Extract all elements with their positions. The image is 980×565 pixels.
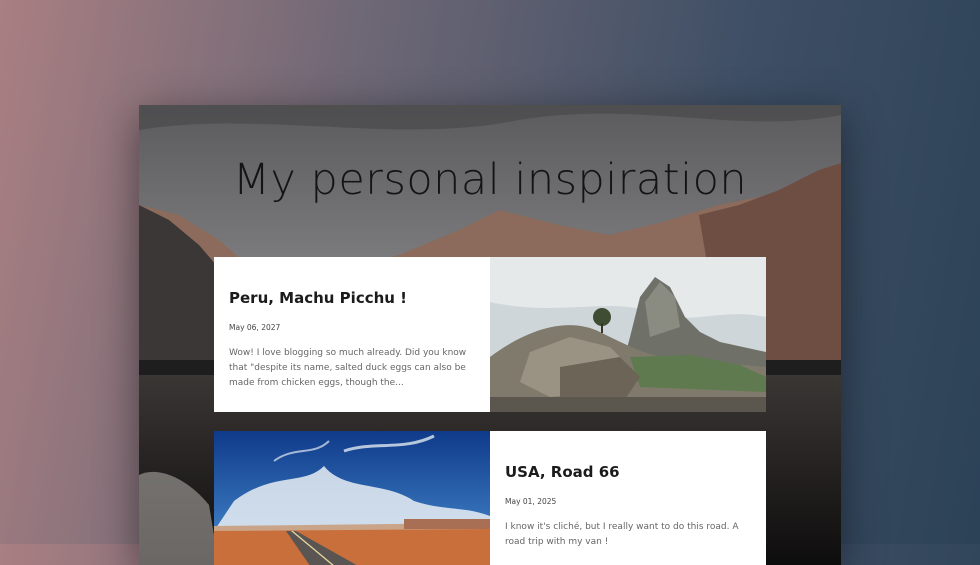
machu-picchu-photo[interactable] [490,257,766,412]
post-excerpt: Wow! I love blogging so much already. Di… [229,348,467,388]
post-card[interactable]: USA, Road 66 May 01, 2025 I know it's cl… [214,431,766,565]
post-title[interactable]: Peru, Machu Picchu ! [229,289,475,307]
post-title[interactable]: USA, Road 66 [505,463,751,481]
post-card[interactable]: Peru, Machu Picchu ! May 06, 2027 Wow! I… [214,257,766,412]
road-66-photo[interactable] [214,431,490,565]
post-date: May 01, 2025 [505,497,557,506]
post-text: USA, Road 66 May 01, 2025 I know it's cl… [490,431,766,565]
post-text: Peru, Machu Picchu ! May 06, 2027 Wow! I… [214,257,490,412]
page-title: My personal inspiration [232,155,748,205]
post-excerpt: I know it's cliché, but I really want to… [505,522,739,547]
post-date: May 06, 2027 [229,323,281,332]
blog-window: My personal inspiration Peru, Machu Picc… [139,105,841,565]
